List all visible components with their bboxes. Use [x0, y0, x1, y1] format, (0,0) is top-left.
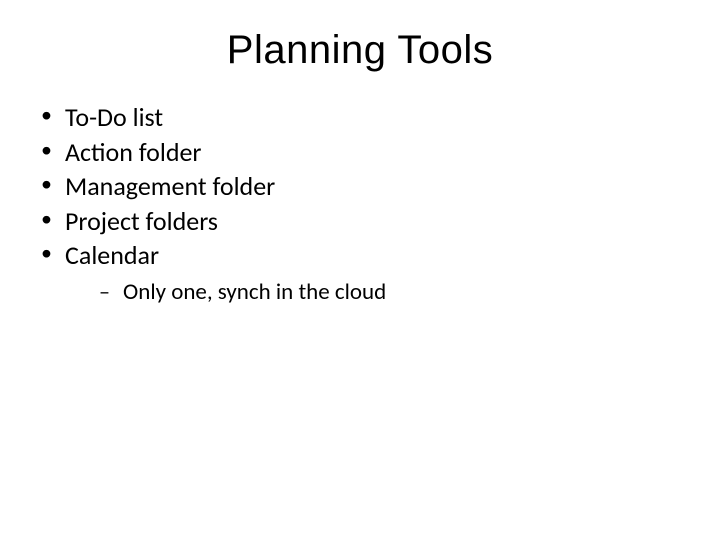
list-item-text: Calendar: [65, 239, 159, 271]
bullet-list: To-Do list Action folder Management fold…: [35, 101, 685, 306]
slide-content: To-Do list Action folder Management fold…: [0, 73, 720, 306]
list-item: Management folder: [35, 170, 685, 203]
list-item-text: To-Do list: [65, 101, 163, 133]
list-item-text: Management folder: [65, 170, 275, 202]
list-item-text: Action folder: [65, 136, 202, 168]
list-item-text: Project folders: [65, 205, 218, 237]
slide: Planning Tools To-Do list Action folder …: [0, 0, 720, 540]
sub-bullet-list: Only one, synch in the cloud: [65, 278, 685, 307]
sub-list-item: Only one, synch in the cloud: [65, 278, 685, 307]
sub-list-item-text: Only one, synch in the cloud: [123, 278, 386, 306]
slide-title: Planning Tools: [0, 0, 720, 73]
list-item: Action folder: [35, 136, 685, 169]
list-item: Calendar Only one, synch in the cloud: [35, 239, 685, 306]
list-item: To-Do list: [35, 101, 685, 134]
list-item: Project folders: [35, 205, 685, 238]
